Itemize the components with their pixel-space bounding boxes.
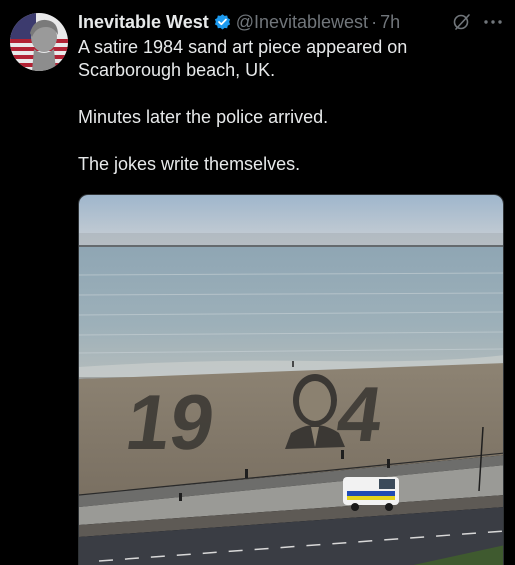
avatar[interactable] bbox=[10, 13, 68, 71]
tweet-text: A satire 1984 sand art piece appeared on… bbox=[78, 36, 498, 200]
timestamp[interactable]: 7h bbox=[380, 12, 400, 33]
tweet-header: Inevitable West @Inevitablewest · 7h bbox=[78, 10, 400, 34]
more-icon[interactable] bbox=[481, 12, 505, 32]
avatar-image bbox=[10, 13, 68, 71]
tweet-media-image[interactable]: 19 4 bbox=[78, 194, 504, 565]
tweet-paragraph: A satire 1984 sand art piece appeared on… bbox=[78, 37, 408, 80]
grok-icon[interactable] bbox=[452, 12, 472, 32]
separator-dot: · bbox=[371, 11, 378, 32]
beach-photo: 19 4 bbox=[79, 195, 503, 565]
user-handle[interactable]: @Inevitablewest bbox=[236, 12, 368, 33]
display-name[interactable]: Inevitable West bbox=[78, 12, 209, 33]
svg-text:19: 19 bbox=[121, 378, 220, 466]
tweet-paragraph: The jokes write themselves. bbox=[78, 154, 301, 174]
verified-badge-icon bbox=[213, 13, 232, 32]
tweet-paragraph: Minutes later the police arrived. bbox=[78, 107, 329, 127]
